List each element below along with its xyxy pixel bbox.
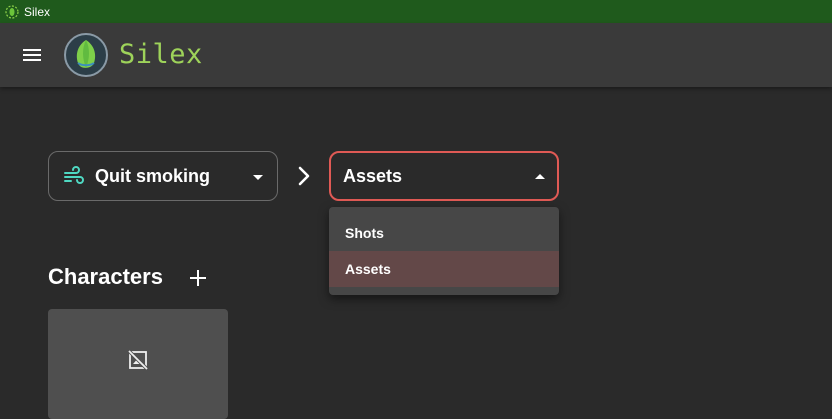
plus-icon[interactable] (187, 267, 209, 289)
project-select-value: Quit smoking (95, 165, 211, 186)
caret-down-icon (253, 175, 263, 180)
window-title: Silex (24, 4, 51, 19)
dropdown-option-assets[interactable]: Assets (329, 251, 559, 287)
section-title: Characters (48, 264, 163, 289)
app-brand-name: Silex (119, 39, 203, 70)
app-bar: Silex (0, 23, 832, 87)
window-titlebar: Silex (0, 0, 832, 23)
category-select-value: Assets (343, 165, 403, 186)
silex-logo[interactable] (63, 32, 109, 78)
dropdown-option-shots[interactable]: Shots (329, 215, 559, 251)
silex-leaf-icon (4, 4, 20, 20)
project-select[interactable]: Quit smoking (48, 151, 278, 201)
category-select[interactable]: Assets (329, 151, 559, 201)
character-card[interactable] (48, 309, 228, 419)
wind-icon (63, 165, 85, 187)
category-dropdown-menu: Shots Assets (329, 207, 559, 295)
caret-up-icon (535, 174, 545, 179)
image-not-supported-icon (127, 349, 149, 371)
chevron-right-icon (294, 165, 314, 187)
hamburger-menu-icon[interactable] (20, 43, 44, 67)
